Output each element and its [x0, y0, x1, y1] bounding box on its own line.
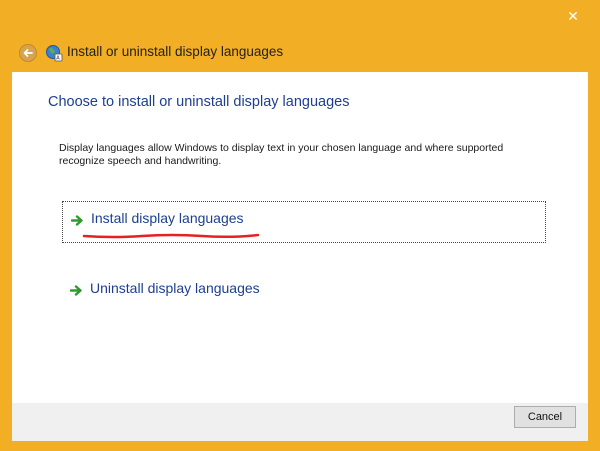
navigation-bar: A Install or uninstall display languages [10, 36, 590, 70]
green-arrow-icon [71, 215, 83, 226]
button-bar: Cancel [12, 403, 588, 441]
close-button[interactable]: ✕ [556, 7, 590, 27]
description-text: Display languages allow Windows to displ… [59, 142, 504, 167]
uninstall-label: Uninstall display languages [90, 280, 260, 296]
window-title: Install or uninstall display languages [67, 44, 284, 59]
svg-text:A: A [56, 56, 60, 62]
uninstall-display-languages-link[interactable]: Uninstall display languages [62, 272, 546, 314]
install-label: Install display languages [91, 210, 244, 226]
back-button[interactable] [19, 44, 37, 62]
install-display-languages-link[interactable]: Install display languages [62, 201, 546, 243]
red-highlight-underline [82, 233, 260, 239]
page-heading: Choose to install or uninstall display l… [48, 94, 350, 110]
green-arrow-icon [70, 285, 82, 296]
close-icon: ✕ [567, 9, 579, 25]
back-arrow-icon [23, 49, 33, 57]
cancel-button[interactable]: Cancel [514, 406, 576, 428]
content-pane: Choose to install or uninstall display l… [12, 72, 588, 403]
globe-language-icon: A [46, 45, 63, 62]
